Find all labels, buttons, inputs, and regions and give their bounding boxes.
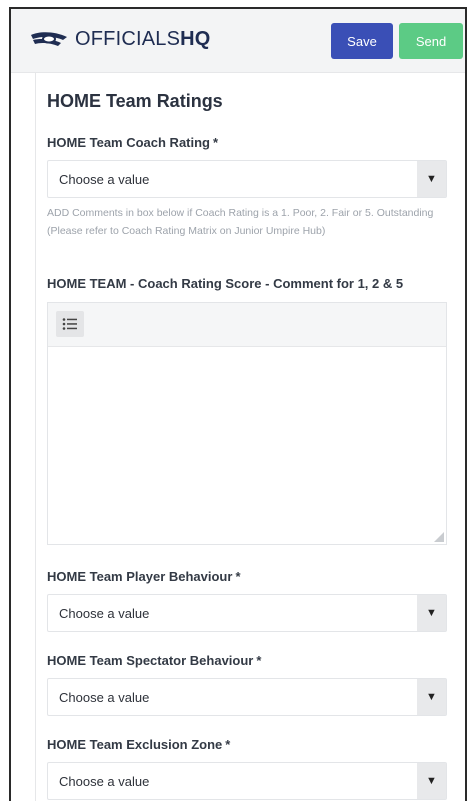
exclusion-zone-value: Choose a value [59,773,150,789]
send-button[interactable]: Send [399,23,463,59]
coach-rating-help-text: ADD Comments in box below if Coach Ratin… [47,207,434,237]
player-behaviour-label: HOME Team Player Behaviour * [47,569,241,584]
coach-comment-label: HOME TEAM - Coach Rating Score - Comment… [47,276,404,291]
chevron-down-icon[interactable]: ▼ [417,161,446,197]
logo: OFFICIALSHQ [29,28,211,51]
chevron-down-icon[interactable]: ▼ [417,763,446,799]
exclusion-zone-select[interactable]: Choose a value ▼ [47,762,447,800]
chevron-down-icon[interactable]: ▼ [417,679,446,715]
save-button[interactable]: Save [331,23,393,59]
chevron-down-icon[interactable]: ▼ [417,595,446,631]
bulleted-list-button[interactable] [56,311,84,337]
spectator-behaviour-label: HOME Team Spectator Behaviour * [47,653,262,668]
section-title: HOME Team Ratings [47,91,223,111]
coach-rating-value: Choose a value [59,171,150,187]
spectator-behaviour-select[interactable]: Choose a value ▼ [47,678,447,716]
resize-handle-icon[interactable] [434,532,444,542]
logo-wing-icon [31,31,67,46]
top-bar: OFFICIALSHQ Save Send [11,9,465,73]
player-behaviour-value: Choose a value [59,605,150,621]
player-behaviour-select[interactable]: Choose a value ▼ [47,594,447,632]
logo-text: OFFICIALSHQ [75,28,211,50]
coach-comment-textarea[interactable] [48,348,446,544]
app-frame: OFFICIALSHQ Save Send HOME Team Ratings … [9,7,467,801]
form-panel: HOME Team Ratings HOME Team Coach Rating… [37,73,463,801]
content-left-rule [35,73,36,801]
editor-toolbar [48,303,446,347]
coach-rating-label: HOME Team Coach Rating * [47,135,219,150]
spectator-behaviour-value: Choose a value [59,689,150,705]
bulleted-list-icon [62,318,77,330]
coach-rating-select[interactable]: Choose a value ▼ [47,160,447,198]
coach-comment-editor[interactable] [47,302,447,545]
exclusion-zone-label: HOME Team Exclusion Zone * [47,737,231,752]
